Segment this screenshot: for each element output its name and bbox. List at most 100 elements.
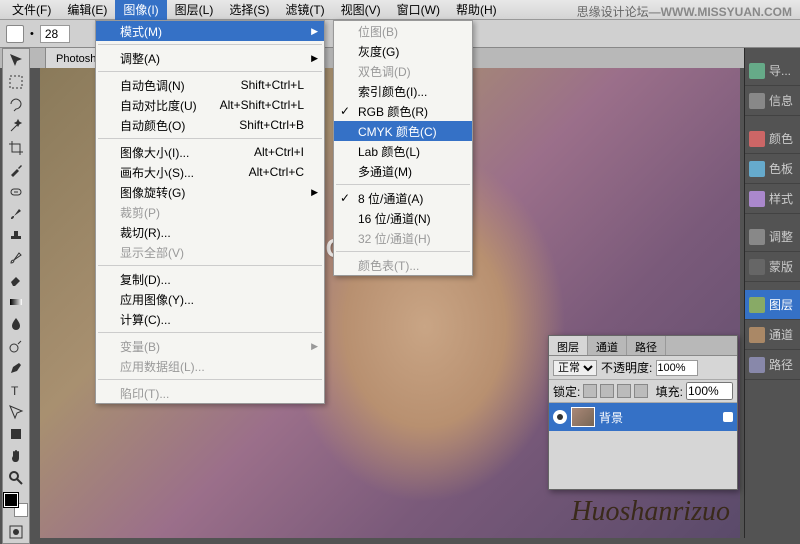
style-icon [749,191,765,207]
menu-file[interactable]: 文件(F) [4,0,59,20]
path-tool[interactable] [3,401,29,423]
color-swatch[interactable] [4,493,28,517]
menu-select[interactable]: 选择(S) [221,0,277,20]
menu-item[interactable]: 模式(M)▶ [96,21,324,41]
menu-item[interactable]: 计算(C)... [96,309,324,329]
panel-adjust[interactable]: 调整 [745,222,800,252]
lasso-tool[interactable] [3,93,29,115]
tab-channels[interactable]: 通道 [588,336,627,355]
adjust-icon [749,229,765,245]
menu-window[interactable]: 窗口(W) [389,0,448,20]
panel-style[interactable]: 样式 [745,184,800,214]
menu-image[interactable]: 图像(I) [115,0,166,20]
menu-item: 双色调(D) [334,61,472,81]
menu-item[interactable]: 索引颜色(I)... [334,81,472,101]
menu-item[interactable]: 自动色调(N)Shift+Ctrl+L [96,75,324,95]
stamp-tool[interactable] [3,225,29,247]
zoom-tool[interactable] [3,467,29,489]
menu-filter[interactable]: 滤镜(T) [277,0,332,20]
menu-item[interactable]: 多通道(M) [334,161,472,181]
lock-all-icon[interactable] [634,384,648,398]
panel-color[interactable]: 颜色 [745,124,800,154]
eyedropper-tool[interactable] [3,159,29,181]
lock-transparency-icon[interactable] [583,384,597,398]
lock-position-icon[interactable] [617,384,631,398]
menu-help[interactable]: 帮助(H) [448,0,505,20]
signature: Huoshanrizuo [571,496,730,528]
layer-name: 背景 [599,409,623,426]
menu-item[interactable]: 调整(A)▶ [96,48,324,68]
hand-tool[interactable] [3,445,29,467]
svg-text:T: T [11,384,19,398]
tab-paths[interactable]: 路径 [627,336,666,355]
menu-item[interactable]: 自动颜色(O)Shift+Ctrl+B [96,115,324,135]
menu-item[interactable]: 自动对比度(U)Alt+Shift+Ctrl+L [96,95,324,115]
menu-item: 颜色表(T)... [334,255,472,275]
blur-tool[interactable] [3,313,29,335]
panel-mask[interactable]: 蒙版 [745,252,800,282]
menu-item[interactable]: 复制(D)... [96,269,324,289]
menu-item[interactable]: ✓RGB 颜色(R) [334,101,472,121]
brush-tool[interactable] [3,203,29,225]
menu-view[interactable]: 视图(V) [333,0,389,20]
lock-label: 锁定: [553,383,580,400]
right-panels: 导...信息颜色色板样式调整蒙版图层通道路径 [744,48,800,538]
type-tool[interactable]: T [3,379,29,401]
toolbox: T [2,48,30,544]
crop-tool[interactable] [3,137,29,159]
menu-item: 裁剪(P) [96,202,324,222]
menu-item: 陷印(T)... [96,383,324,403]
heal-tool[interactable] [3,181,29,203]
menu-item[interactable]: 裁切(R)... [96,222,324,242]
wand-tool[interactable] [3,115,29,137]
channels-icon [749,327,765,343]
dodge-tool[interactable] [3,335,29,357]
quickmask-toggle[interactable] [3,521,29,543]
visibility-icon[interactable] [553,410,567,424]
brush-size-field[interactable]: 28 [40,25,70,43]
history-brush-tool[interactable] [3,247,29,269]
layers-panel-tabs: 图层 通道 路径 [549,336,737,356]
menu-item[interactable]: 图像大小(I)...Alt+Ctrl+I [96,142,324,162]
tool-preset-icon[interactable] [6,25,24,43]
panel-channels[interactable]: 通道 [745,320,800,350]
panel-nav[interactable]: 导... [745,56,800,86]
menu-edit[interactable]: 编辑(E) [59,0,115,20]
layers-panel[interactable]: 图层 通道 路径 正常 不透明度: 锁定: 填充: 背景 [548,335,738,490]
gradient-tool[interactable] [3,291,29,313]
panel-layers[interactable]: 图层 [745,290,800,320]
info-icon [749,93,765,109]
layer-row[interactable]: 背景 [549,403,737,431]
fill-field[interactable] [686,382,733,400]
shape-tool[interactable] [3,423,29,445]
menu-layer[interactable]: 图层(L) [167,0,222,20]
layer-thumbnail[interactable] [571,407,595,427]
layers-icon [749,297,765,313]
menu-item: 应用数据组(L)... [96,356,324,376]
menu-item[interactable]: 16 位/通道(N) [334,208,472,228]
menu-item[interactable]: 应用图像(Y)... [96,289,324,309]
menu-item: 显示全部(V) [96,242,324,262]
panel-swatch[interactable]: 色板 [745,154,800,184]
mask-icon [749,259,765,275]
pen-tool[interactable] [3,357,29,379]
eraser-tool[interactable] [3,269,29,291]
image-menu: 模式(M)▶ 调整(A)▶ 自动色调(N)Shift+Ctrl+L自动对比度(U)A… [95,20,325,404]
tab-layers[interactable]: 图层 [549,336,588,355]
menu-item[interactable]: ✓8 位/通道(A) [334,188,472,208]
menu-item[interactable]: 画布大小(S)...Alt+Ctrl+C [96,162,324,182]
marquee-tool[interactable] [3,71,29,93]
menu-item[interactable]: Lab 颜色(L) [334,141,472,161]
menu-item[interactable]: CMYK 颜色(C) [334,121,472,141]
menu-item[interactable]: 灰度(G) [334,41,472,61]
panel-info[interactable]: 信息 [745,86,800,116]
mode-submenu: 位图(B)灰度(G)双色调(D)索引颜色(I)...✓RGB 颜色(R)CMYK… [333,20,473,276]
menu-item[interactable]: 图像旋转(G)▶ [96,182,324,202]
opacity-field[interactable] [656,360,698,376]
blend-mode-select[interactable]: 正常 [553,360,597,376]
move-tool[interactable] [3,49,29,71]
top-watermark: 思缘设计论坛—WWW.MISSYUAN.COM [577,3,792,20]
fill-label: 填充: [656,383,683,400]
panel-paths[interactable]: 路径 [745,350,800,380]
lock-pixels-icon[interactable] [600,384,614,398]
